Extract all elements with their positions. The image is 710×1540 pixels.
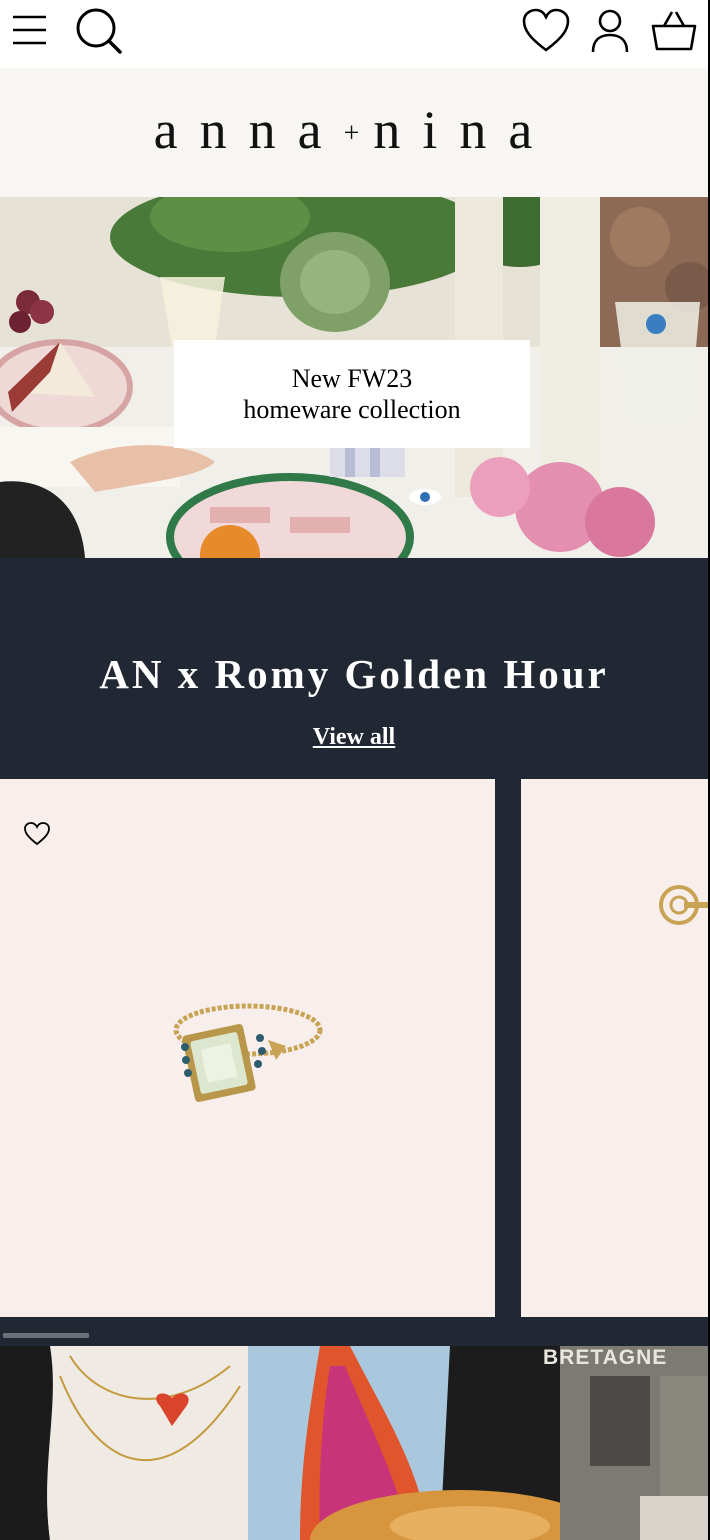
product-card[interactable] (0, 779, 495, 1317)
search-icon[interactable] (74, 6, 124, 56)
logo-plus: + (343, 118, 374, 149)
collection-section: AN x Romy Golden Hour View all (0, 558, 708, 1346)
ring-product-image (173, 1003, 323, 1102)
logo-word-nina: nina (373, 100, 555, 160)
carousel-scrollbar-thumb[interactable] (3, 1333, 89, 1338)
hero-banner[interactable]: New FW23 homeware collection (0, 197, 708, 558)
collection-title: AN x Romy Golden Hour (99, 651, 609, 697)
wishlist-heart-icon[interactable] (522, 8, 570, 54)
bottom-photo-image (0, 1346, 708, 1540)
bottom-banner-photo[interactable]: BRETAGNE (0, 1346, 708, 1540)
top-navigation-bar (0, 0, 708, 68)
logo-word-anna: anna (153, 100, 344, 160)
storefront-sign: BRETAGNE (543, 1346, 668, 1369)
account-icon[interactable] (590, 8, 630, 54)
brand-logo[interactable]: anna+nina (0, 100, 708, 170)
view-all-link[interactable]: View all (0, 724, 708, 751)
hero-caption-card[interactable]: New FW23 homeware collection (174, 340, 530, 448)
add-to-wishlist-icon[interactable] (23, 821, 51, 847)
product-card[interactable] (521, 779, 708, 1317)
earring-product-image (659, 885, 708, 925)
logo-band: anna+nina (0, 68, 708, 197)
basket-icon[interactable] (650, 8, 698, 52)
hero-caption-line1: New FW23 (291, 364, 413, 393)
hero-caption-line2: homeware collection (243, 395, 461, 424)
menu-icon[interactable] (12, 14, 48, 48)
